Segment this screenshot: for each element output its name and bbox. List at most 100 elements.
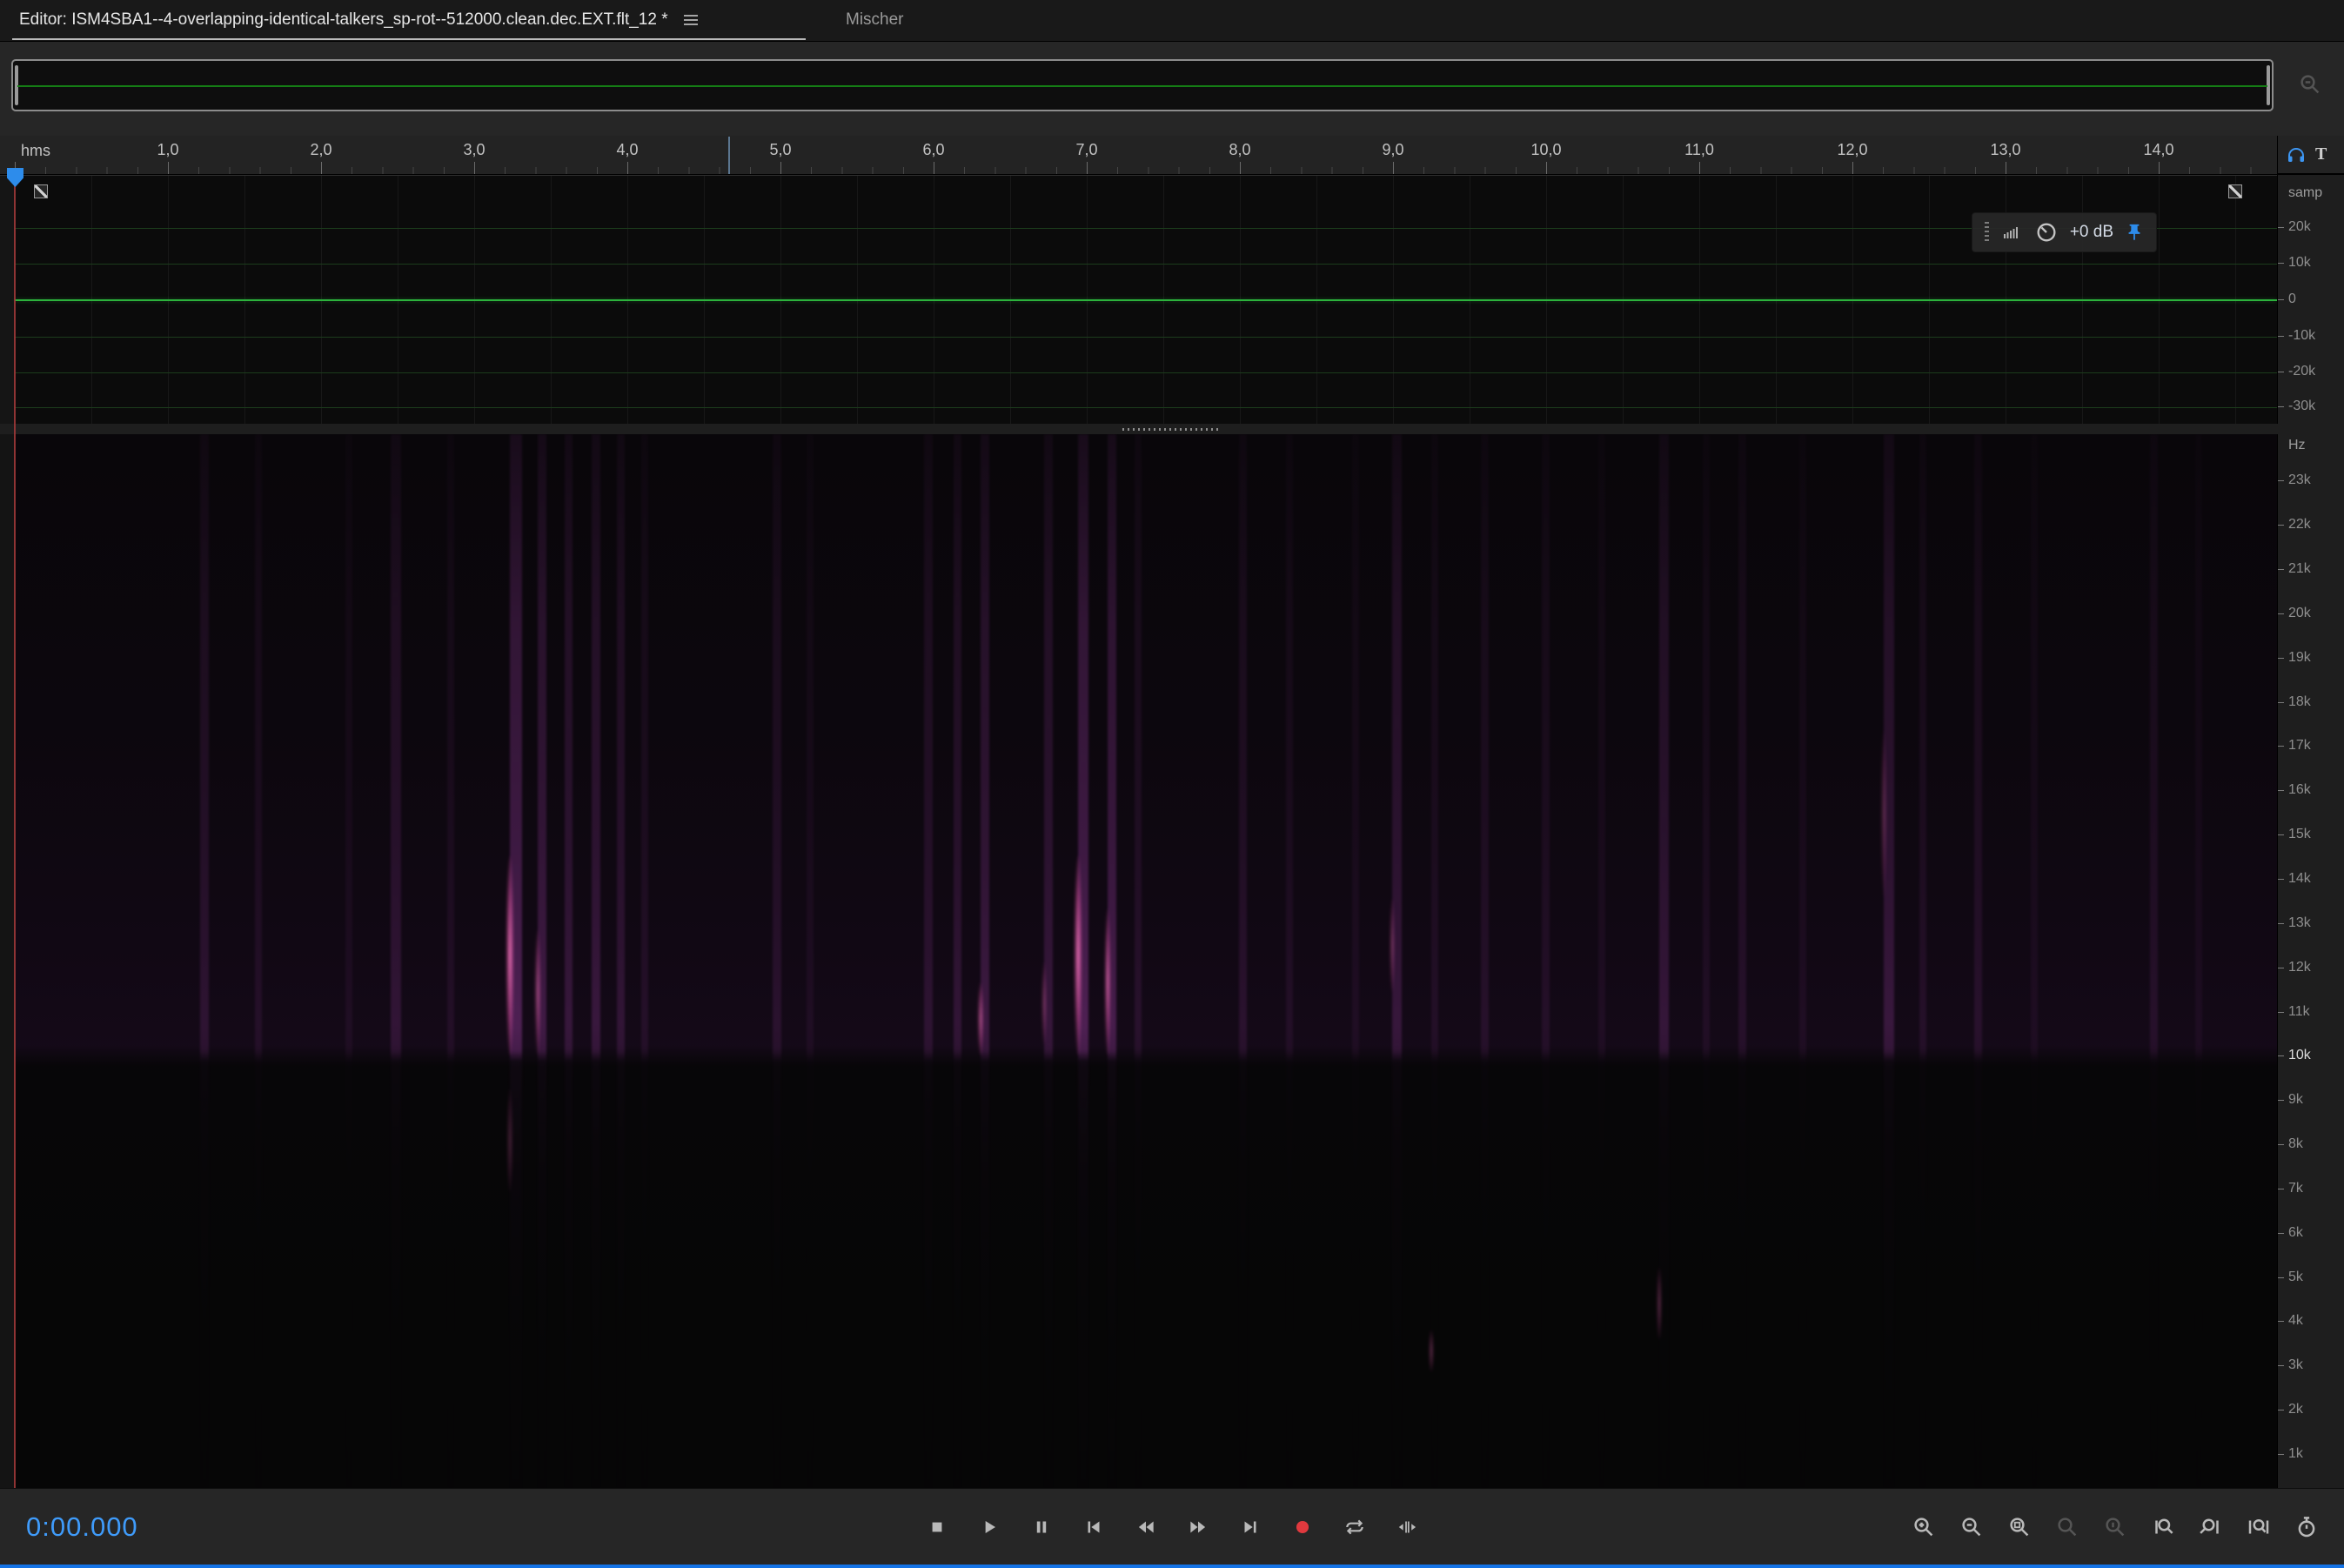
zoom-full-icon (2006, 1514, 2033, 1540)
freq-tick-label: 4k (2288, 1313, 2303, 1329)
freq-tick-label: 16k (2288, 782, 2311, 798)
ruler-tick-label: 2,0 (310, 141, 332, 159)
spectrogram-background (15, 434, 2277, 1488)
navigator-zoom-icon[interactable] (2297, 71, 2323, 97)
fast-forward-button[interactable] (1178, 1507, 1218, 1547)
time-display[interactable]: 0:00.000 (26, 1511, 138, 1543)
freq-tick-label: 22k (2288, 517, 2311, 533)
gain-knob-icon[interactable] (2034, 220, 2059, 245)
ruler-tick-label: 10,0 (1530, 141, 1561, 159)
waveform-panel: +0 dB (0, 175, 2344, 424)
playhead-line (14, 175, 16, 1488)
zoom-in-button[interactable] (1907, 1511, 1940, 1544)
transport-bar: 0:00.000 (0, 1488, 2344, 1565)
spectral-hotspot (1880, 729, 1886, 898)
go-to-start-button[interactable] (1074, 1507, 1114, 1547)
headphones-icon[interactable] (2286, 144, 2307, 165)
spectrogram-panel (0, 434, 2344, 1488)
rewind-button[interactable] (1126, 1507, 1166, 1547)
editor-tab-label: Editor: ISM4SBA1--4-overlapping-identica… (19, 10, 668, 30)
ruler-tick-label: 12,0 (1837, 141, 1867, 159)
spectral-hotspot (1390, 898, 1395, 993)
freq-tick-label: 20k (2288, 606, 2311, 621)
tab-editor[interactable]: Editor: ISM4SBA1--4-overlapping-identica… (12, 0, 707, 40)
timeline-ruler-scale[interactable]: 1,0 2,0 3,0 4,0 5,0 6,0 7,0 8,0 9,0 10,0… (15, 136, 2277, 174)
spectrogram-canvas[interactable] (15, 434, 2277, 1488)
zoom-in-point-icon (2150, 1514, 2176, 1540)
go-to-end-button[interactable] (1230, 1507, 1270, 1547)
spectral-hotspot (1041, 962, 1047, 1046)
spectral-streak (2150, 434, 2158, 1488)
ruler-unit-label: hms (21, 142, 50, 160)
pin-icon[interactable] (2125, 223, 2144, 242)
spectral-streak (255, 434, 262, 1488)
freq-tick-label: 17k (2288, 738, 2311, 754)
zoom-navigator-strip[interactable] (11, 59, 2274, 111)
audition-editor-window: Editor: ISM4SBA1--4-overlapping-identica… (0, 0, 2344, 1568)
overview-waveform-line (17, 85, 2267, 87)
spectral-hotspot (506, 855, 514, 1055)
fade-in-handle[interactable] (34, 184, 48, 198)
panel-menu-icon[interactable] (682, 13, 700, 27)
t-icon[interactable]: T (2315, 144, 2327, 164)
spectral-streak (773, 434, 781, 1488)
freq-tick-label: 8k (2288, 1136, 2303, 1152)
loop-playback-button[interactable] (1335, 1507, 1375, 1547)
freq-tick-label: 2k (2288, 1402, 2303, 1417)
gain-value[interactable]: +0 dB (2070, 223, 2113, 242)
fade-out-handle[interactable] (2228, 184, 2242, 198)
ruler-tick-label: 1,0 (157, 141, 178, 159)
skip-selection-button[interactable] (1387, 1507, 1427, 1547)
timer-button[interactable] (2290, 1511, 2323, 1544)
spectral-streak (565, 434, 573, 1488)
go-to-start-icon (1082, 1516, 1105, 1538)
frequency-scale: Hz 23k 22k 21k 20k 19k 18k 17k 16k 15k 1… (2277, 434, 2344, 1488)
spectral-streak (1481, 434, 1489, 1488)
amp-gridline (15, 228, 2277, 229)
zoom-amplitude-icon (2102, 1514, 2128, 1540)
amp-tick-label: -20k (2288, 364, 2315, 379)
pause-button[interactable] (1021, 1507, 1061, 1547)
spectral-streak (2195, 434, 2202, 1488)
loop-icon (1343, 1516, 1366, 1538)
zoom-in-icon (1911, 1514, 1937, 1540)
ruler-tick-label: 8,0 (1229, 141, 1250, 159)
spectral-streak (1738, 434, 1746, 1488)
zoom-full-button[interactable] (2003, 1511, 2036, 1544)
ruler-tick-label: 5,0 (769, 141, 791, 159)
record-icon (1291, 1516, 1314, 1538)
hud-grip-handle[interactable] (1985, 222, 1989, 243)
ruler-tick-label: 14,0 (2143, 141, 2173, 159)
zoom-out-point-button[interactable] (2194, 1511, 2227, 1544)
zoom-out-button[interactable] (1955, 1511, 1988, 1544)
mischer-tab-label: Mischer (846, 10, 904, 30)
zoom-selection-button[interactable] (2051, 1511, 2084, 1544)
spectral-streak (345, 434, 352, 1488)
spectral-streak (981, 434, 989, 1488)
tab-mischer[interactable]: Mischer (837, 0, 913, 40)
zoom-amplitude-button[interactable] (2099, 1511, 2132, 1544)
amplitude-scale: samp 20k 10k 0 -10k -20k -30k (2277, 175, 2344, 424)
freq-tick-label: 18k (2288, 694, 2311, 710)
zoom-to-selection-button[interactable] (2242, 1511, 2275, 1544)
play-icon (978, 1516, 1001, 1538)
freq-tick-label: 6k (2288, 1225, 2303, 1241)
panel-tab-bar: Editor: ISM4SBA1--4-overlapping-identica… (0, 0, 2344, 42)
gain-hud: +0 dB (1972, 212, 2157, 252)
waveform-display[interactable]: +0 dB (15, 176, 2277, 425)
zoom-to-selection-icon (2246, 1514, 2272, 1540)
freq-tick-label: 13k (2288, 915, 2311, 931)
play-button[interactable] (969, 1507, 1009, 1547)
splitter-grip[interactable] (1122, 428, 1220, 431)
waveform-zero-line (15, 299, 2277, 301)
zoom-out-icon (1959, 1514, 1985, 1540)
record-button[interactable] (1283, 1507, 1323, 1547)
ruler-tick-label: 13,0 (1990, 141, 2020, 159)
skip-selection-icon (1396, 1516, 1418, 1538)
panel-splitter[interactable] (0, 424, 2344, 434)
stop-button[interactable] (917, 1507, 957, 1547)
transport-controls (917, 1507, 1427, 1547)
timer-icon (2294, 1514, 2320, 1540)
amp-tick-label: 0 (2288, 291, 2296, 307)
zoom-in-point-button[interactable] (2146, 1511, 2180, 1544)
